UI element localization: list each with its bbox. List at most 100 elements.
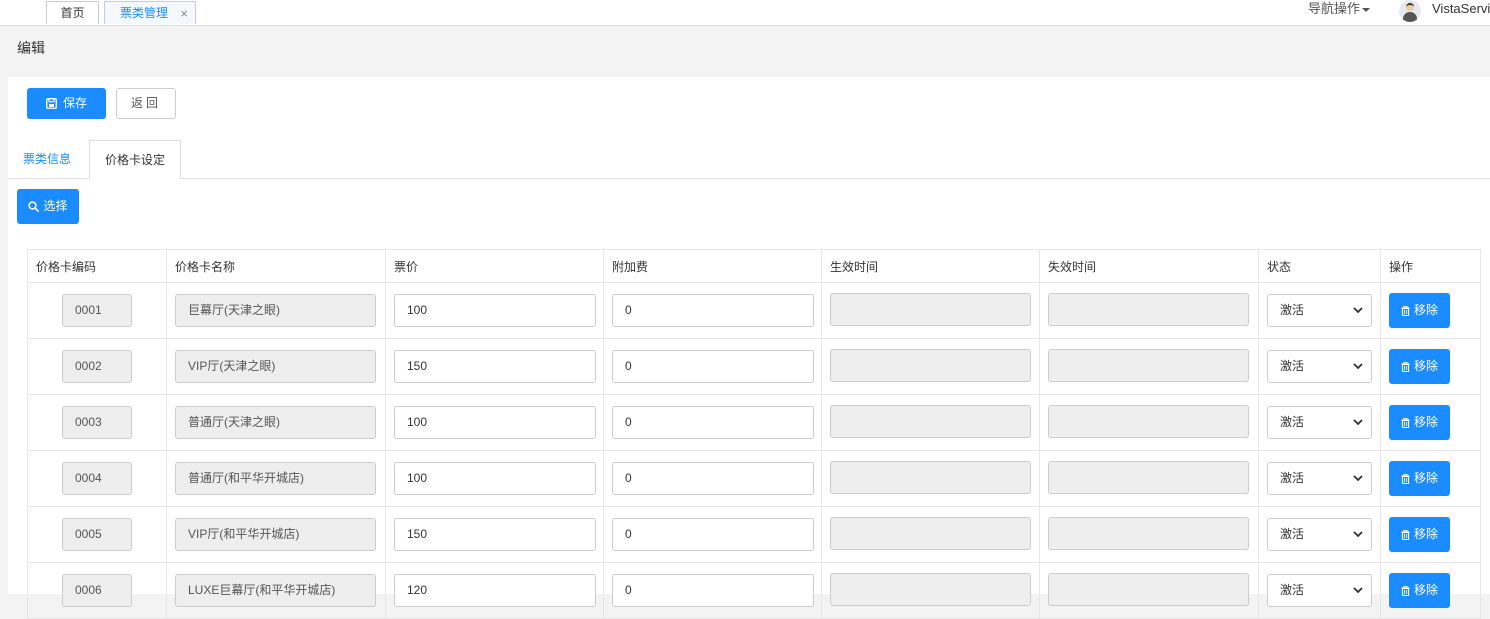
- col-header-effective-time: 生效时间: [821, 249, 1040, 283]
- price-input[interactable]: 100: [394, 462, 596, 495]
- avatar[interactable]: [1399, 0, 1421, 22]
- price-card-code-field: 0001: [62, 294, 132, 327]
- status-value: 激活: [1280, 527, 1305, 541]
- remove-label: 移除: [1413, 471, 1438, 485]
- trash-icon: [1401, 417, 1410, 428]
- price-card-name-field: VIP厅(和平华开城店): [175, 518, 376, 551]
- page-title: 编辑: [17, 40, 45, 56]
- status-select[interactable]: 激活: [1267, 350, 1372, 383]
- price-input[interactable]: 150: [394, 350, 596, 383]
- expire-time-field: [1048, 572, 1249, 606]
- select-button[interactable]: 选择: [17, 189, 79, 224]
- expire-time-field: [1048, 516, 1249, 550]
- chevron-down-icon: [1353, 475, 1363, 482]
- table-row: 0001 巨幕厅(天津之眼) 100 0 激活 移除: [27, 282, 1481, 339]
- price-card-name-field: 普通厅(和平华开城店): [175, 462, 376, 495]
- status-select[interactable]: 激活: [1267, 294, 1372, 327]
- user-name[interactable]: VistaServic: [1432, 0, 1490, 18]
- status-select[interactable]: 激活: [1267, 462, 1372, 495]
- trash-icon: [1401, 529, 1410, 540]
- surcharge-input[interactable]: 0: [612, 462, 814, 495]
- status-select[interactable]: 激活: [1267, 406, 1372, 439]
- tab-ticket-type-management[interactable]: 票类管理 ×: [104, 1, 196, 24]
- price-card-code-field: 0006: [62, 574, 132, 607]
- top-tab-bar: 首页 票类管理 × 导航操作 VistaServic: [0, 0, 1490, 26]
- price-card-table: 价格卡编码 价格卡名称 票价 附加费 生效时间 失效时间 状态 操作 0001 …: [27, 249, 1481, 619]
- col-header-price: 票价: [385, 249, 604, 283]
- price-card-name-field: 普通厅(天津之眼): [175, 406, 376, 439]
- remove-button[interactable]: 移除: [1389, 405, 1450, 440]
- nav-operations-dropdown[interactable]: 导航操作: [1308, 0, 1371, 18]
- search-icon: [28, 201, 40, 213]
- trash-icon: [1401, 361, 1410, 372]
- price-card-name-field: VIP厅(天津之眼): [175, 350, 376, 383]
- remove-label: 移除: [1413, 415, 1438, 429]
- effective-time-field: [830, 404, 1031, 438]
- remove-button[interactable]: 移除: [1389, 349, 1450, 384]
- price-card-name-field: 巨幕厅(天津之眼): [175, 294, 376, 327]
- price-input[interactable]: 100: [394, 406, 596, 439]
- trash-icon: [1401, 585, 1410, 596]
- remove-button[interactable]: 移除: [1389, 293, 1450, 328]
- close-icon[interactable]: ×: [180, 2, 188, 25]
- remove-label: 移除: [1413, 359, 1438, 373]
- remove-button[interactable]: 移除: [1389, 573, 1450, 608]
- expire-time-field: [1048, 292, 1249, 326]
- col-header-actions: 操作: [1380, 249, 1481, 283]
- table-row: 0005 VIP厅(和平华开城店) 150 0 激活 移除: [27, 506, 1481, 563]
- effective-time-field: [830, 516, 1031, 550]
- effective-time-field: [830, 572, 1031, 606]
- status-value: 激活: [1280, 583, 1305, 597]
- surcharge-input[interactable]: 0: [612, 518, 814, 551]
- expire-time-field: [1048, 348, 1249, 382]
- surcharge-input[interactable]: 0: [612, 294, 814, 327]
- save-button[interactable]: 保存: [27, 88, 106, 119]
- chevron-down-icon: [1353, 419, 1363, 426]
- remove-label: 移除: [1413, 303, 1438, 317]
- effective-time-field: [830, 460, 1031, 494]
- price-card-code-field: 0002: [62, 350, 132, 383]
- table-row: 0004 普通厅(和平华开城店) 100 0 激活 移除: [27, 450, 1481, 507]
- chevron-down-icon: [1353, 363, 1363, 370]
- tab-price-card-settings[interactable]: 价格卡设定: [89, 140, 181, 179]
- table-row: 0002 VIP厅(天津之眼) 150 0 激活 移除: [27, 338, 1481, 395]
- surcharge-input[interactable]: 0: [612, 574, 814, 607]
- price-input[interactable]: 100: [394, 294, 596, 327]
- surcharge-input[interactable]: 0: [612, 350, 814, 383]
- chevron-down-icon: [1353, 531, 1363, 538]
- price-input[interactable]: 150: [394, 518, 596, 551]
- price-card-code-field: 0005: [62, 518, 132, 551]
- col-header-name: 价格卡名称: [166, 249, 386, 283]
- table-row: 0006 LUXE巨幕厅(和平华开城店) 120 0 激活 移除: [27, 562, 1481, 619]
- select-label: 选择: [43, 199, 68, 213]
- status-value: 激活: [1280, 303, 1305, 317]
- expire-time-field: [1048, 404, 1249, 438]
- save-icon: [46, 98, 57, 110]
- tab-ticket-info[interactable]: 票类信息: [23, 140, 71, 179]
- status-select[interactable]: 激活: [1267, 518, 1372, 551]
- table-header-row: 价格卡编码 价格卡名称 票价 附加费 生效时间 失效时间 状态 操作: [27, 249, 1481, 283]
- col-header-code: 价格卡编码: [27, 249, 167, 283]
- price-input[interactable]: 120: [394, 574, 596, 607]
- remove-button[interactable]: 移除: [1389, 461, 1450, 496]
- nav-operations-label: 导航操作: [1308, 1, 1361, 16]
- surcharge-input[interactable]: 0: [612, 406, 814, 439]
- status-select[interactable]: 激活: [1267, 574, 1372, 607]
- chevron-down-icon: [1353, 307, 1363, 314]
- caret-down-icon: [1362, 7, 1371, 12]
- remove-button[interactable]: 移除: [1389, 517, 1450, 552]
- status-value: 激活: [1280, 415, 1305, 429]
- save-label: 保存: [62, 96, 87, 110]
- back-button[interactable]: 返回: [116, 88, 176, 119]
- trash-icon: [1401, 473, 1410, 484]
- col-header-expire-time: 失效时间: [1039, 249, 1259, 283]
- tab-home[interactable]: 首页: [46, 1, 99, 24]
- edit-panel: 保存 返回 票类信息 价格卡设定 选择 价格卡编码 价格卡名称 票价 附加费 生…: [8, 77, 1490, 619]
- status-value: 激活: [1280, 359, 1305, 373]
- trash-icon: [1401, 305, 1410, 316]
- status-value: 激活: [1280, 471, 1305, 485]
- expire-time-field: [1048, 460, 1249, 494]
- effective-time-field: [830, 292, 1031, 326]
- price-card-name-field: LUXE巨幕厅(和平华开城店): [175, 574, 376, 607]
- chevron-down-icon: [1353, 587, 1363, 594]
